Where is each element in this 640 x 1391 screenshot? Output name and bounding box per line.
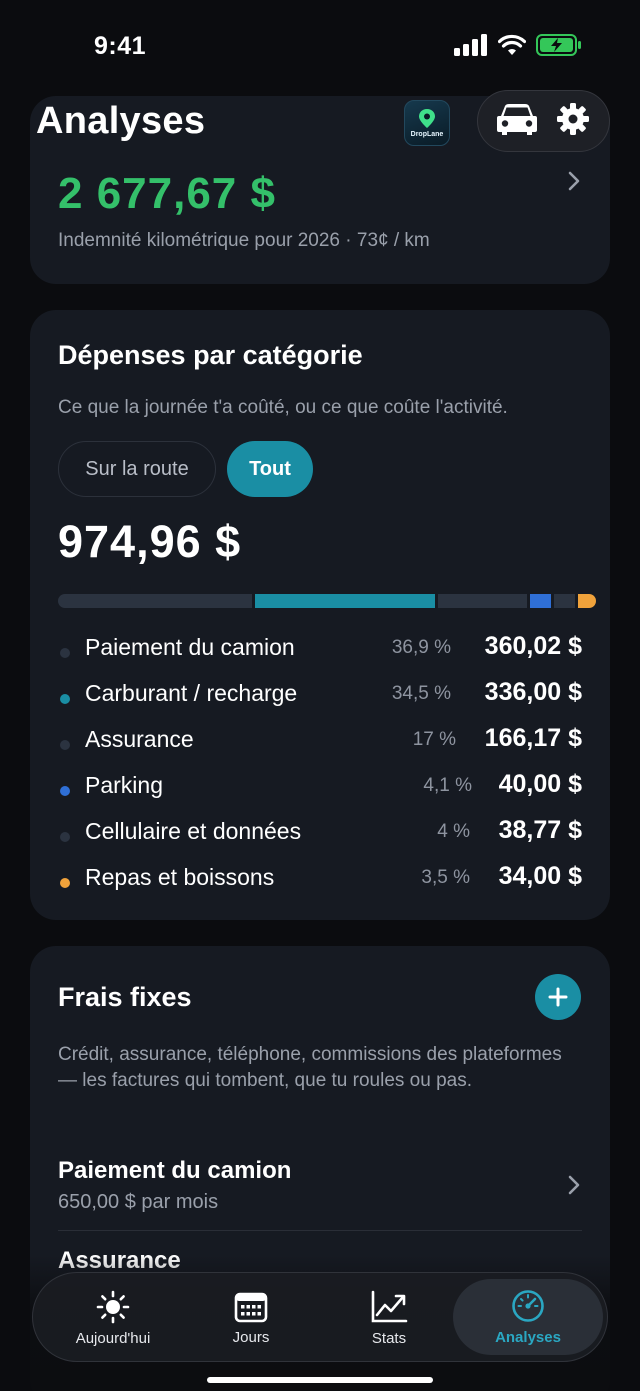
gear-icon: [556, 102, 589, 135]
settings-button[interactable]: [555, 101, 591, 142]
expense-label: Assurance: [85, 726, 194, 752]
chevron-right-icon: [568, 171, 580, 191]
expense-label: Paiement du camion: [85, 634, 295, 660]
expenses-title: Dépenses par catégorie: [58, 340, 363, 370]
tab-analyses[interactable]: Analyses: [453, 1279, 603, 1355]
divider: [58, 1230, 582, 1231]
expense-row[interactable]: Assurance 17 % 166,17 $: [58, 724, 582, 758]
signal-icon: [454, 34, 488, 61]
home-indicator: [207, 1377, 433, 1383]
expense-row[interactable]: Paiement du camion 36,9 % 360,02 $: [58, 632, 582, 666]
category-dot: [60, 740, 70, 750]
expense-amount: 166,17 $: [484, 724, 582, 752]
bar-segment-truck: [58, 594, 252, 608]
category-dot: [60, 832, 70, 842]
tab-label: Analyses: [495, 1328, 561, 1346]
chart-line-icon: [371, 1290, 408, 1322]
expense-amount: 360,02 $: [484, 632, 582, 660]
expense-amount: 34,00 $: [498, 862, 582, 890]
app-logo: DropLane: [404, 100, 450, 146]
tab-today[interactable]: Aujourd'hui: [43, 1273, 183, 1363]
fixed-item-subtitle: 650,00 $ par mois: [58, 1191, 219, 1213]
map-pin-icon: [419, 109, 435, 128]
expenses-breakdown-bar: [58, 594, 596, 608]
expenses-description: Ce que la journée t'a coûté, ou ce que c…: [58, 397, 508, 418]
expense-label: Cellulaire et données: [85, 818, 302, 844]
header: Analyses DropLane: [0, 90, 640, 156]
expense-percent: 34,5 %: [391, 683, 451, 704]
car-icon: [497, 103, 538, 135]
expense-label: Parking: [85, 772, 163, 798]
expense-percent: 36,9 %: [391, 637, 451, 658]
expense-row[interactable]: Carburant / recharge 34,5 % 336,00 $: [58, 678, 582, 712]
expense-percent: 4,1 %: [423, 775, 472, 796]
category-dot: [60, 694, 70, 704]
filter-road-button[interactable]: Sur la route: [58, 441, 216, 497]
chevron-right-icon: [568, 1175, 580, 1195]
bar-segment-fuel: [255, 594, 435, 608]
fixed-costs-description: Crédit, assurance, téléphone, commission…: [58, 1044, 562, 1091]
expense-label: Repas et boissons: [85, 864, 275, 890]
expenses-total: 974,96 $: [58, 516, 242, 567]
vehicle-button[interactable]: [496, 102, 538, 141]
expense-row[interactable]: Parking 4,1 % 40,00 $: [58, 770, 582, 804]
status-bar: 9:41: [0, 0, 640, 96]
tab-label: Jours: [232, 1328, 270, 1346]
fixed-costs-title: Frais fixes: [58, 982, 192, 1012]
tab-label: Aujourd'hui: [75, 1329, 151, 1347]
battery-icon: [536, 34, 582, 61]
tab-bar: Aujourd'hui Jours Stats Analyses: [32, 1272, 608, 1362]
tab-days[interactable]: Jours: [181, 1273, 321, 1363]
category-dot: [60, 648, 70, 658]
bar-segment-meals: [578, 594, 596, 608]
category-dot: [60, 786, 70, 796]
expense-row[interactable]: Repas et boissons 3,5 % 34,00 $: [58, 862, 582, 896]
tab-label: Stats: [371, 1329, 407, 1347]
tab-stats[interactable]: Stats: [319, 1273, 459, 1363]
expense-percent: 4 %: [437, 821, 470, 842]
mileage-subtitle: Indemnité kilométrique pour 2026 · 73¢ /…: [58, 230, 430, 251]
fixed-item-title: Paiement du camion: [58, 1157, 292, 1184]
expense-percent: 3,5 %: [421, 867, 470, 888]
gauge-icon: [512, 1289, 544, 1322]
expenses-card: Dépenses par catégorie Ce que la journée…: [30, 310, 610, 920]
expense-percent: 17 %: [412, 729, 456, 750]
header-actions: [477, 90, 610, 152]
calendar-icon: [234, 1292, 268, 1322]
bar-segment-insurance: [438, 594, 527, 608]
bar-segment-phone: [554, 594, 575, 608]
mileage-amount: 2 677,67 $: [58, 169, 276, 218]
status-time: 9:41: [94, 32, 147, 60]
wifi-icon: [497, 34, 527, 61]
plus-icon: [548, 987, 568, 1007]
sun-icon: [96, 1290, 130, 1323]
expense-row[interactable]: Cellulaire et données 4 % 38,77 $: [58, 816, 582, 850]
bar-segment-parking: [530, 594, 551, 608]
category-dot: [60, 878, 70, 888]
expense-amount: 336,00 $: [484, 678, 582, 706]
filter-all-button[interactable]: Tout: [227, 441, 313, 497]
expense-amount: 38,77 $: [498, 816, 582, 844]
expense-amount: 40,00 $: [498, 770, 582, 798]
status-icons: [454, 34, 582, 61]
logo-text: DropLane: [410, 131, 444, 138]
add-fixed-cost-button[interactable]: [535, 974, 581, 1020]
expense-label: Carburant / recharge: [85, 680, 298, 706]
page-title: Analyses: [36, 100, 206, 142]
